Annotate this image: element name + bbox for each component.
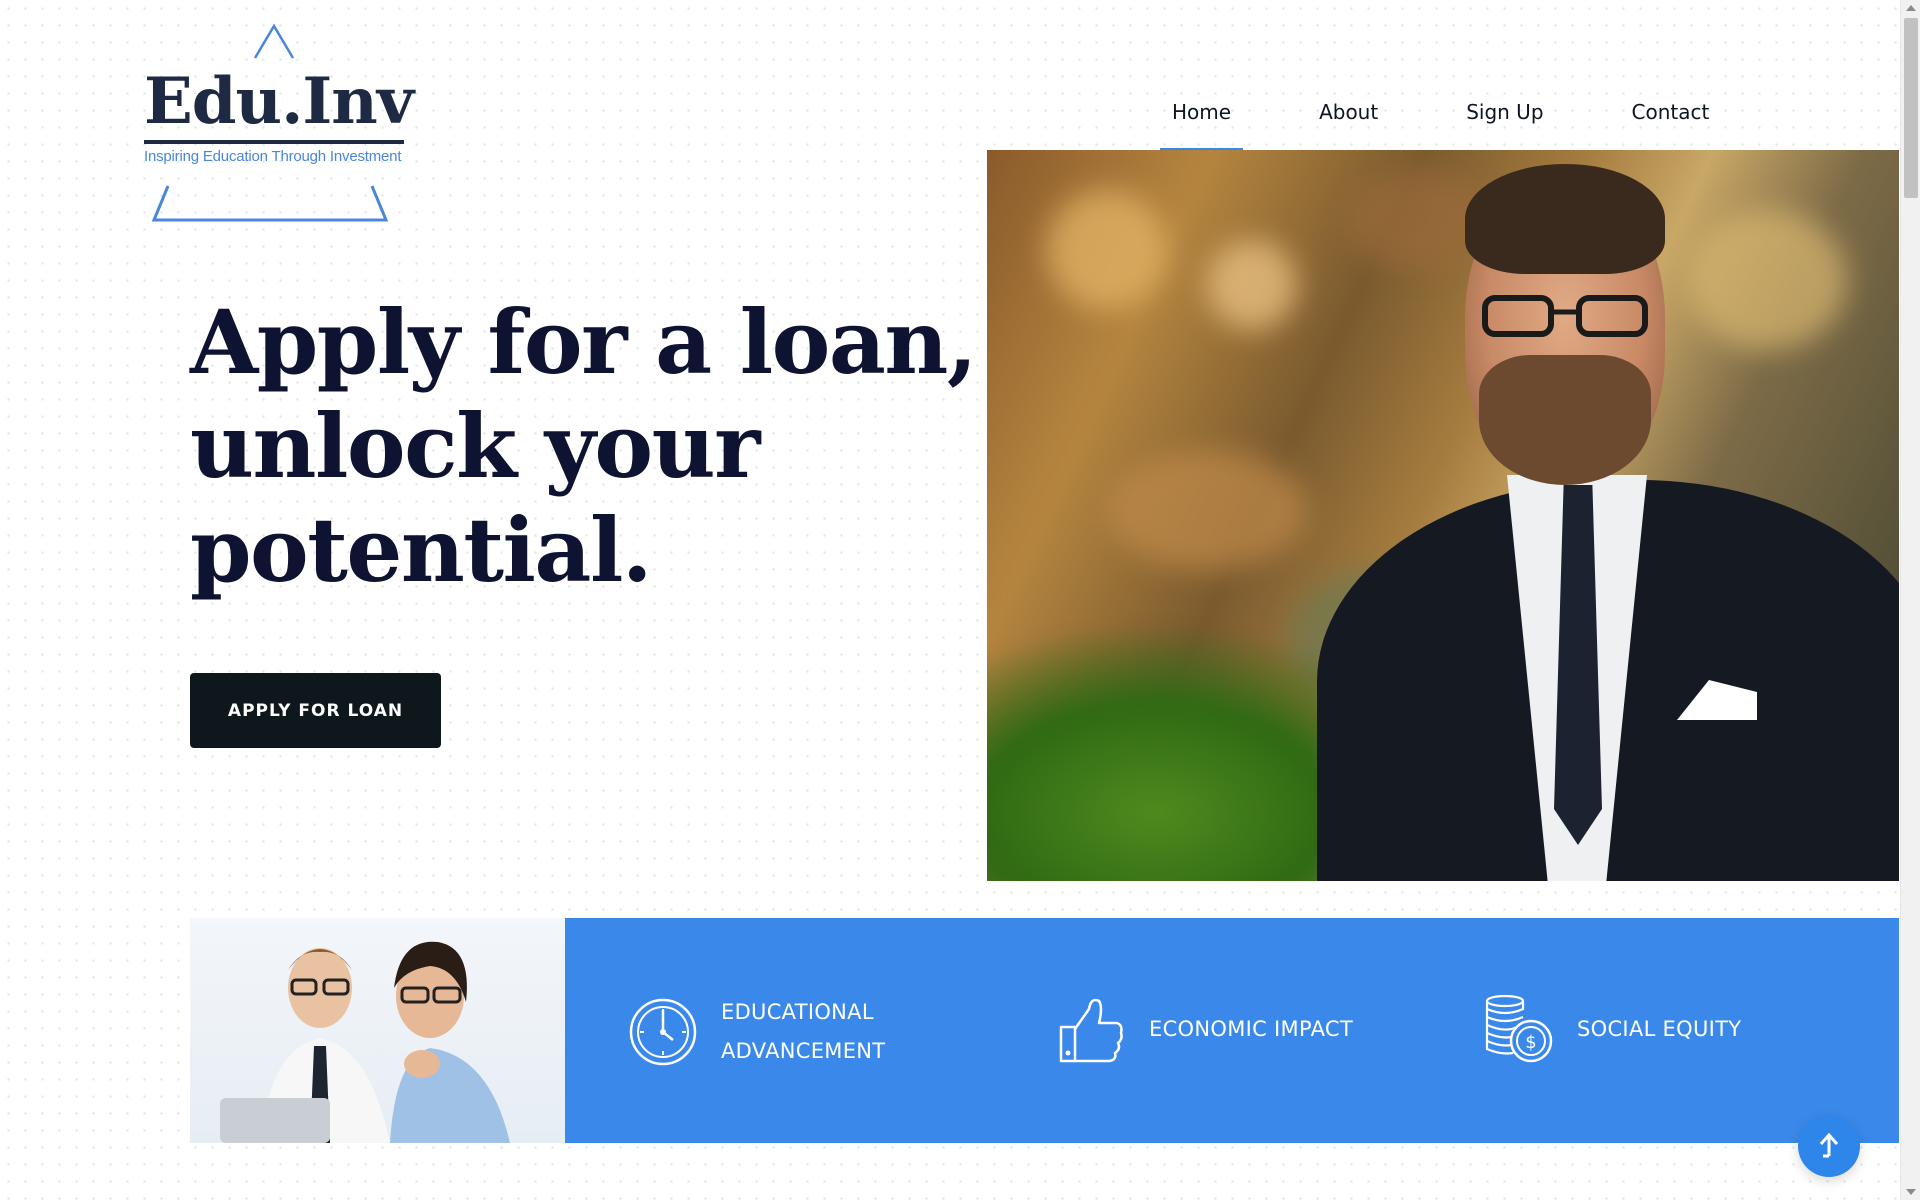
hero-title-line: unlock your — [190, 394, 760, 498]
professionals-photo — [220, 941, 510, 1143]
site-logo[interactable]: Edu.Inv Inspiring Education Through Inve… — [140, 22, 414, 227]
nav-item-home[interactable]: Home — [1160, 92, 1244, 150]
hero-image — [987, 150, 1899, 881]
scroll-up-arrow-icon[interactable] — [1906, 5, 1916, 11]
feature-label: SOCIAL EQUITY — [1577, 1010, 1741, 1049]
hero-title-line: Apply for a loan, — [190, 290, 978, 394]
coins-dollar-icon: $ — [1485, 994, 1553, 1063]
scroll-down-arrow-icon[interactable] — [1906, 1189, 1916, 1195]
clock-icon — [629, 998, 697, 1066]
bokeh-light — [1047, 190, 1167, 310]
main-nav: Home About Sign Up Contact — [1160, 92, 1785, 152]
bokeh-light — [1207, 240, 1297, 330]
nav-item-sign-up[interactable]: Sign Up — [1454, 92, 1555, 150]
scroll-thumb[interactable] — [1904, 18, 1918, 198]
svg-text:$: $ — [1525, 1032, 1536, 1053]
feature-social-equity: $ SOCIAL EQUITY — [1483, 993, 1741, 1065]
back-to-top-button[interactable] — [1798, 1115, 1860, 1177]
logo-tagline: Inspiring Education Through Investment — [144, 148, 402, 165]
glasses-icon — [1482, 295, 1648, 337]
hero-title-line: potential. — [190, 498, 653, 602]
feature-label-line: EDUCATIONAL — [721, 1000, 874, 1024]
feature-label: EDUCATIONAL ADVANCEMENT — [721, 993, 885, 1071]
feature-photo — [190, 918, 565, 1143]
feature-educational-advancement: EDUCATIONAL ADVANCEMENT — [627, 993, 885, 1071]
arrow-up-icon — [1819, 1132, 1839, 1158]
hero-title: Apply for a loan, unlock your potential. — [190, 290, 978, 602]
nav-item-about[interactable]: About — [1307, 92, 1390, 150]
person-beard — [1479, 355, 1651, 485]
feature-label-line: ADVANCEMENT — [721, 1039, 886, 1063]
feature-label-line: ECONOMIC IMPACT — [1149, 1016, 1353, 1041]
page-scrollbar[interactable] — [1900, 0, 1920, 1200]
logo-underline — [144, 140, 404, 144]
feature-label-line: SOCIAL EQUITY — [1577, 1016, 1742, 1041]
nav-item-contact[interactable]: Contact — [1620, 92, 1722, 150]
bokeh-light — [1687, 210, 1847, 350]
bokeh-light — [1107, 450, 1307, 570]
apply-for-loan-button[interactable]: APPLY FOR LOAN — [190, 673, 441, 748]
feature-label: ECONOMIC IMPACT — [1149, 1010, 1353, 1049]
thumbs-up-icon — [1059, 998, 1123, 1063]
logo-text: Edu.Inv — [144, 64, 414, 139]
person-hair — [1465, 164, 1665, 274]
feature-economic-impact: ECONOMIC IMPACT — [1055, 993, 1353, 1065]
features-band: EDUCATIONAL ADVANCEMENT ECONOMIC IMPACT … — [565, 918, 1899, 1143]
